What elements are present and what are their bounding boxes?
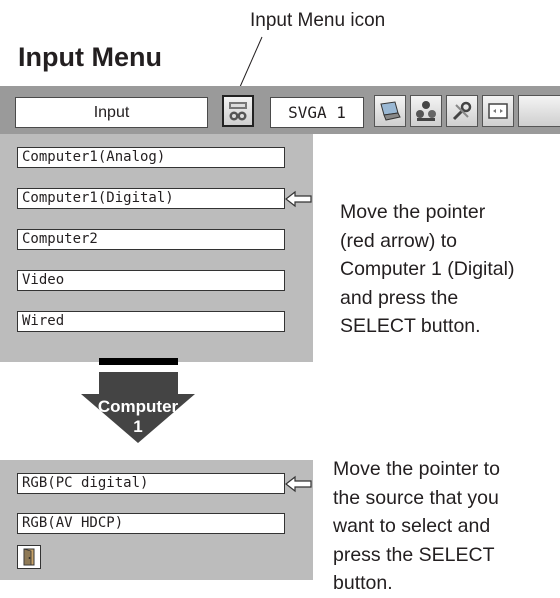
instruction-2-line: press the SELECT [333,543,495,566]
menu-item-wired[interactable]: Wired [17,311,285,332]
wrench-icon[interactable] [446,95,478,127]
instruction-1-line: (red arrow) to [340,229,458,252]
instruction-2-line: Move the pointer to [333,458,500,480]
pointer-arrow-icon [285,475,312,493]
input-menu-icon[interactable] [222,95,254,127]
big-arrow-label: Computer 1 [78,397,198,437]
page-title: Input Menu [18,42,162,72]
instruction-1-line: and press the [340,286,459,309]
instruction-1: Move the pointer (red arrow) to Computer… [340,198,514,341]
menu-item-computer1-analog[interactable]: Computer1(Analog) [17,147,285,168]
source-item-rgb-av-hdcp[interactable]: RGB(AV HDCP) [17,513,285,534]
screen-icon[interactable] [482,95,514,127]
instruction-2-line: the source that you [333,486,499,509]
menu-item-video[interactable]: Video [17,270,285,291]
menu-item-computer1-digital[interactable]: Computer1(Digital) [17,188,285,209]
input-menu-label: Input [15,97,208,128]
exit-door-icon[interactable] [17,545,41,569]
source-item-rgb-pc-digital[interactable]: RGB(PC digital) [17,473,285,494]
instruction-1-line: Move the pointer [340,201,486,223]
instruction-1-line: SELECT button. [340,315,481,337]
laptop-icon[interactable] [374,95,406,127]
instruction-2-line: button. [333,572,393,594]
menu-bar-overflow [518,95,560,127]
instruction-1-line: Computer 1 (Digital) [340,258,515,280]
instruction-2-line: want to select and [333,515,491,537]
pointer-arrow-icon [285,190,312,208]
people-icon[interactable] [410,95,442,127]
instruction-2: Move the pointer to the source that you … [333,455,500,598]
menu-item-computer2[interactable]: Computer2 [17,229,285,250]
big-arrow-line2: 1 [133,417,143,436]
big-arrow-line1: Computer [97,397,179,416]
svga-label: SVGA 1 [270,97,364,128]
